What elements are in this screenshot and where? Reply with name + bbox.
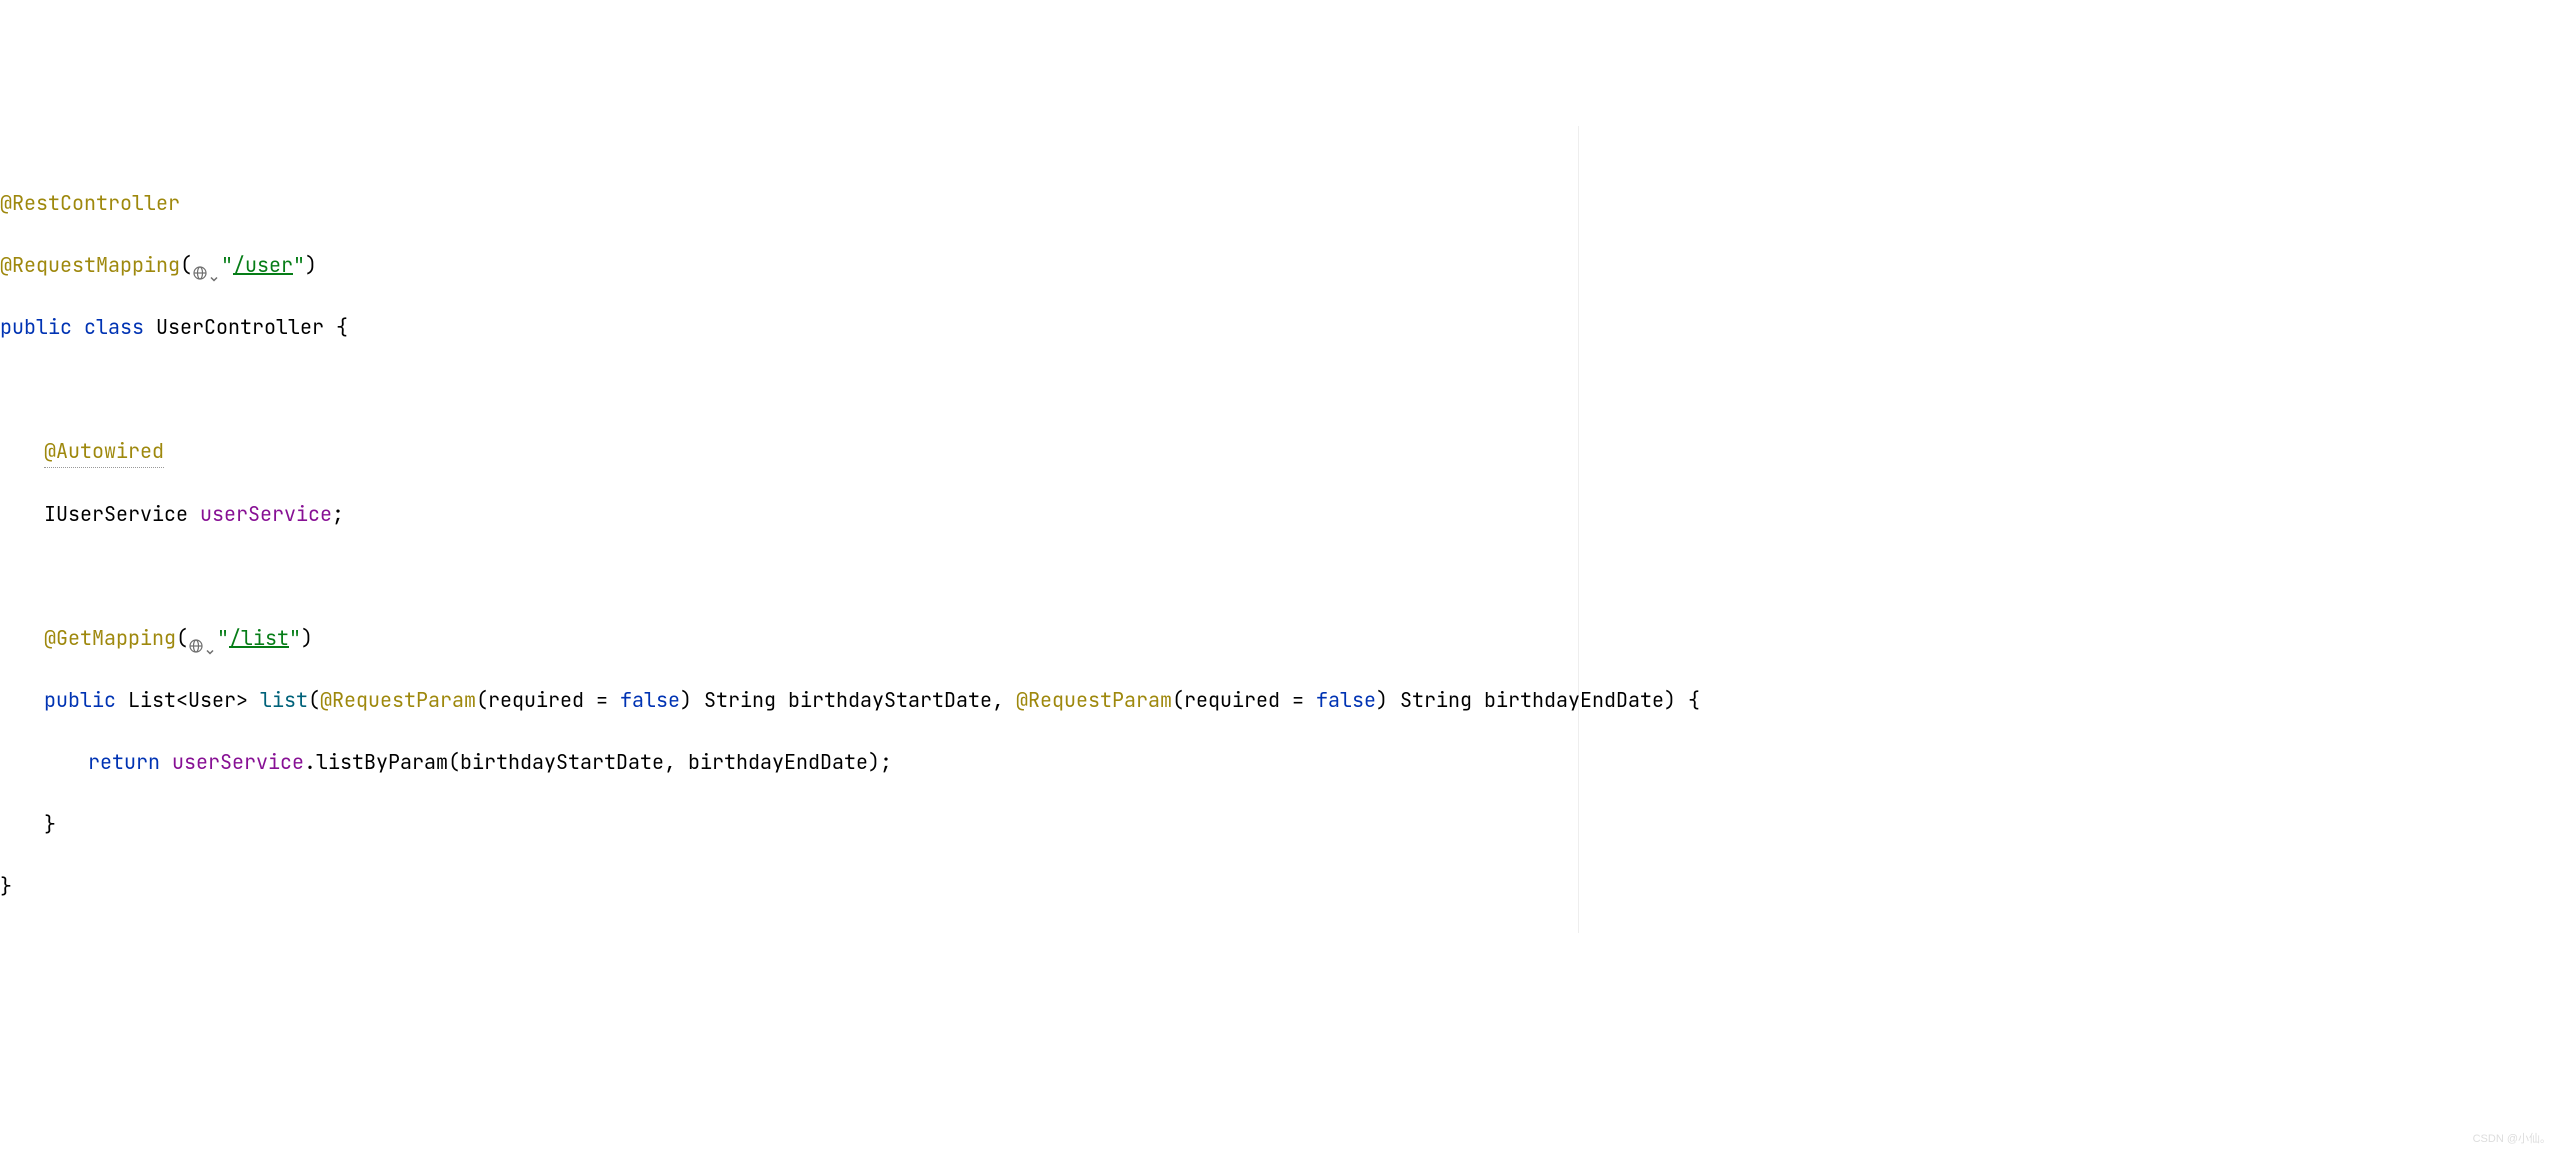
chevron-down-icon[interactable] — [209, 262, 219, 272]
code-line[interactable] — [0, 374, 2559, 405]
class-name: UserController — [156, 314, 324, 340]
code-line[interactable]: } — [0, 871, 2559, 902]
param-name: birthdayStartDate — [788, 687, 992, 713]
method-name: list — [260, 687, 308, 713]
code-line[interactable]: return userService.listByParam(birthdayS… — [0, 747, 2559, 778]
code-line[interactable]: } — [0, 809, 2559, 840]
annotation-autowired: @Autowired — [44, 436, 164, 468]
watermark: CSDN @小仙。 — [2473, 1131, 2551, 1148]
chevron-down-icon[interactable] — [205, 635, 215, 645]
url-path[interactable]: /user — [233, 252, 293, 278]
globe-icon[interactable] — [192, 259, 208, 275]
annotation-requestparam: @RequestParam — [320, 687, 476, 713]
param-name: birthdayEndDate — [1484, 687, 1664, 713]
globe-icon[interactable] — [188, 632, 204, 648]
annotation-getmapping: @GetMapping — [44, 625, 176, 651]
annotation-requestparam: @RequestParam — [1016, 687, 1172, 713]
url-path[interactable]: /list — [229, 625, 289, 651]
code-line[interactable]: public class UserController { — [0, 312, 2559, 343]
code-line[interactable]: @RestController — [0, 188, 2559, 219]
method-call: listByParam — [316, 749, 448, 775]
code-line[interactable]: public List<User> list(@RequestParam(req… — [0, 685, 2559, 716]
annotation-restcontroller: @RestController — [0, 190, 180, 216]
code-editor[interactable]: @RestController @RequestMapping("/user")… — [0, 126, 2559, 933]
code-line[interactable]: IUserService userService; — [0, 499, 2559, 530]
code-line[interactable]: @Autowired — [0, 436, 2559, 468]
code-line[interactable]: @RequestMapping("/user") — [0, 250, 2559, 281]
code-line[interactable]: @GetMapping("/list") — [0, 623, 2559, 654]
code-line[interactable] — [0, 561, 2559, 592]
field-name: userService — [200, 501, 332, 527]
annotation-requestmapping: @RequestMapping — [0, 252, 180, 278]
